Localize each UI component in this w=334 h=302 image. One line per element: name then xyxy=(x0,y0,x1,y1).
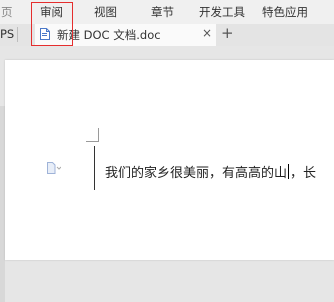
paragraph-options-icon[interactable] xyxy=(47,162,61,174)
margin-mark-vertical xyxy=(98,128,99,142)
tab-previous[interactable]: PS xyxy=(0,27,14,41)
menu-item-developer-tools[interactable]: 开发工具 xyxy=(199,4,245,20)
document-page[interactable]: 我们的家乡很美丽，有高高的山 ，长 xyxy=(5,60,334,260)
text-before-caret: 我们的家乡很美丽，有高高的山 xyxy=(105,166,288,181)
text-boundary-line xyxy=(94,146,95,190)
tab-active-document[interactable]: 新建 DOC 文档.doc × xyxy=(35,24,216,47)
tab-separator xyxy=(17,27,18,42)
menu-bar: 页 审阅 视图 章节 开发工具 特色应用 xyxy=(0,0,334,24)
margin-mark-horizontal xyxy=(86,141,99,142)
document-tab-strip: PS 新建 DOC 文档.doc × + xyxy=(0,24,334,47)
menu-item-special-apps[interactable]: 特色应用 xyxy=(262,4,308,20)
menu-item-review[interactable]: 审阅 xyxy=(40,4,63,20)
menu-item-view[interactable]: 视图 xyxy=(94,4,117,20)
text-after-caret: ，长 xyxy=(290,166,317,181)
document-text-line[interactable]: 我们的家乡很美丽，有高高的山 ，长 xyxy=(105,162,316,181)
doc-file-icon xyxy=(40,28,50,40)
tab-title: 新建 DOC 文档.doc xyxy=(57,28,161,42)
text-caret xyxy=(288,164,290,179)
close-icon[interactable]: × xyxy=(202,26,212,40)
new-tab-icon[interactable]: + xyxy=(221,24,234,42)
document-workspace: 我们的家乡很美丽，有高高的山 ，长 xyxy=(0,46,334,302)
menu-item-chapter[interactable]: 章节 xyxy=(151,4,174,20)
menu-item-partial[interactable]: 页 xyxy=(1,4,13,20)
